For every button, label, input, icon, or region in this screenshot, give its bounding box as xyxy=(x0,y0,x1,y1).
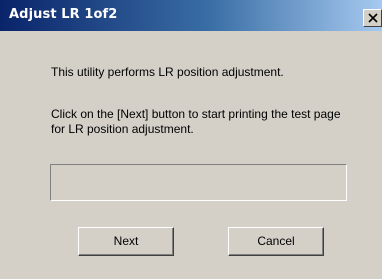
close-icon xyxy=(368,13,378,23)
cancel-button[interactable]: Cancel xyxy=(228,227,324,256)
window-title: Adjust LR 1of2 xyxy=(9,7,118,22)
info-text: This utility performs LR position adjust… xyxy=(51,65,284,79)
dialog-window: Adjust LR 1of2 This utility performs LR … xyxy=(0,0,382,279)
progress-bar xyxy=(50,164,347,201)
instruction-text: Click on the [Next] button to start prin… xyxy=(51,107,341,136)
dialog-body: This utility performs LR position adjust… xyxy=(0,31,382,279)
next-button[interactable]: Next xyxy=(78,227,174,256)
title-bar[interactable]: Adjust LR 1of2 xyxy=(0,0,382,31)
close-button[interactable] xyxy=(363,9,382,27)
